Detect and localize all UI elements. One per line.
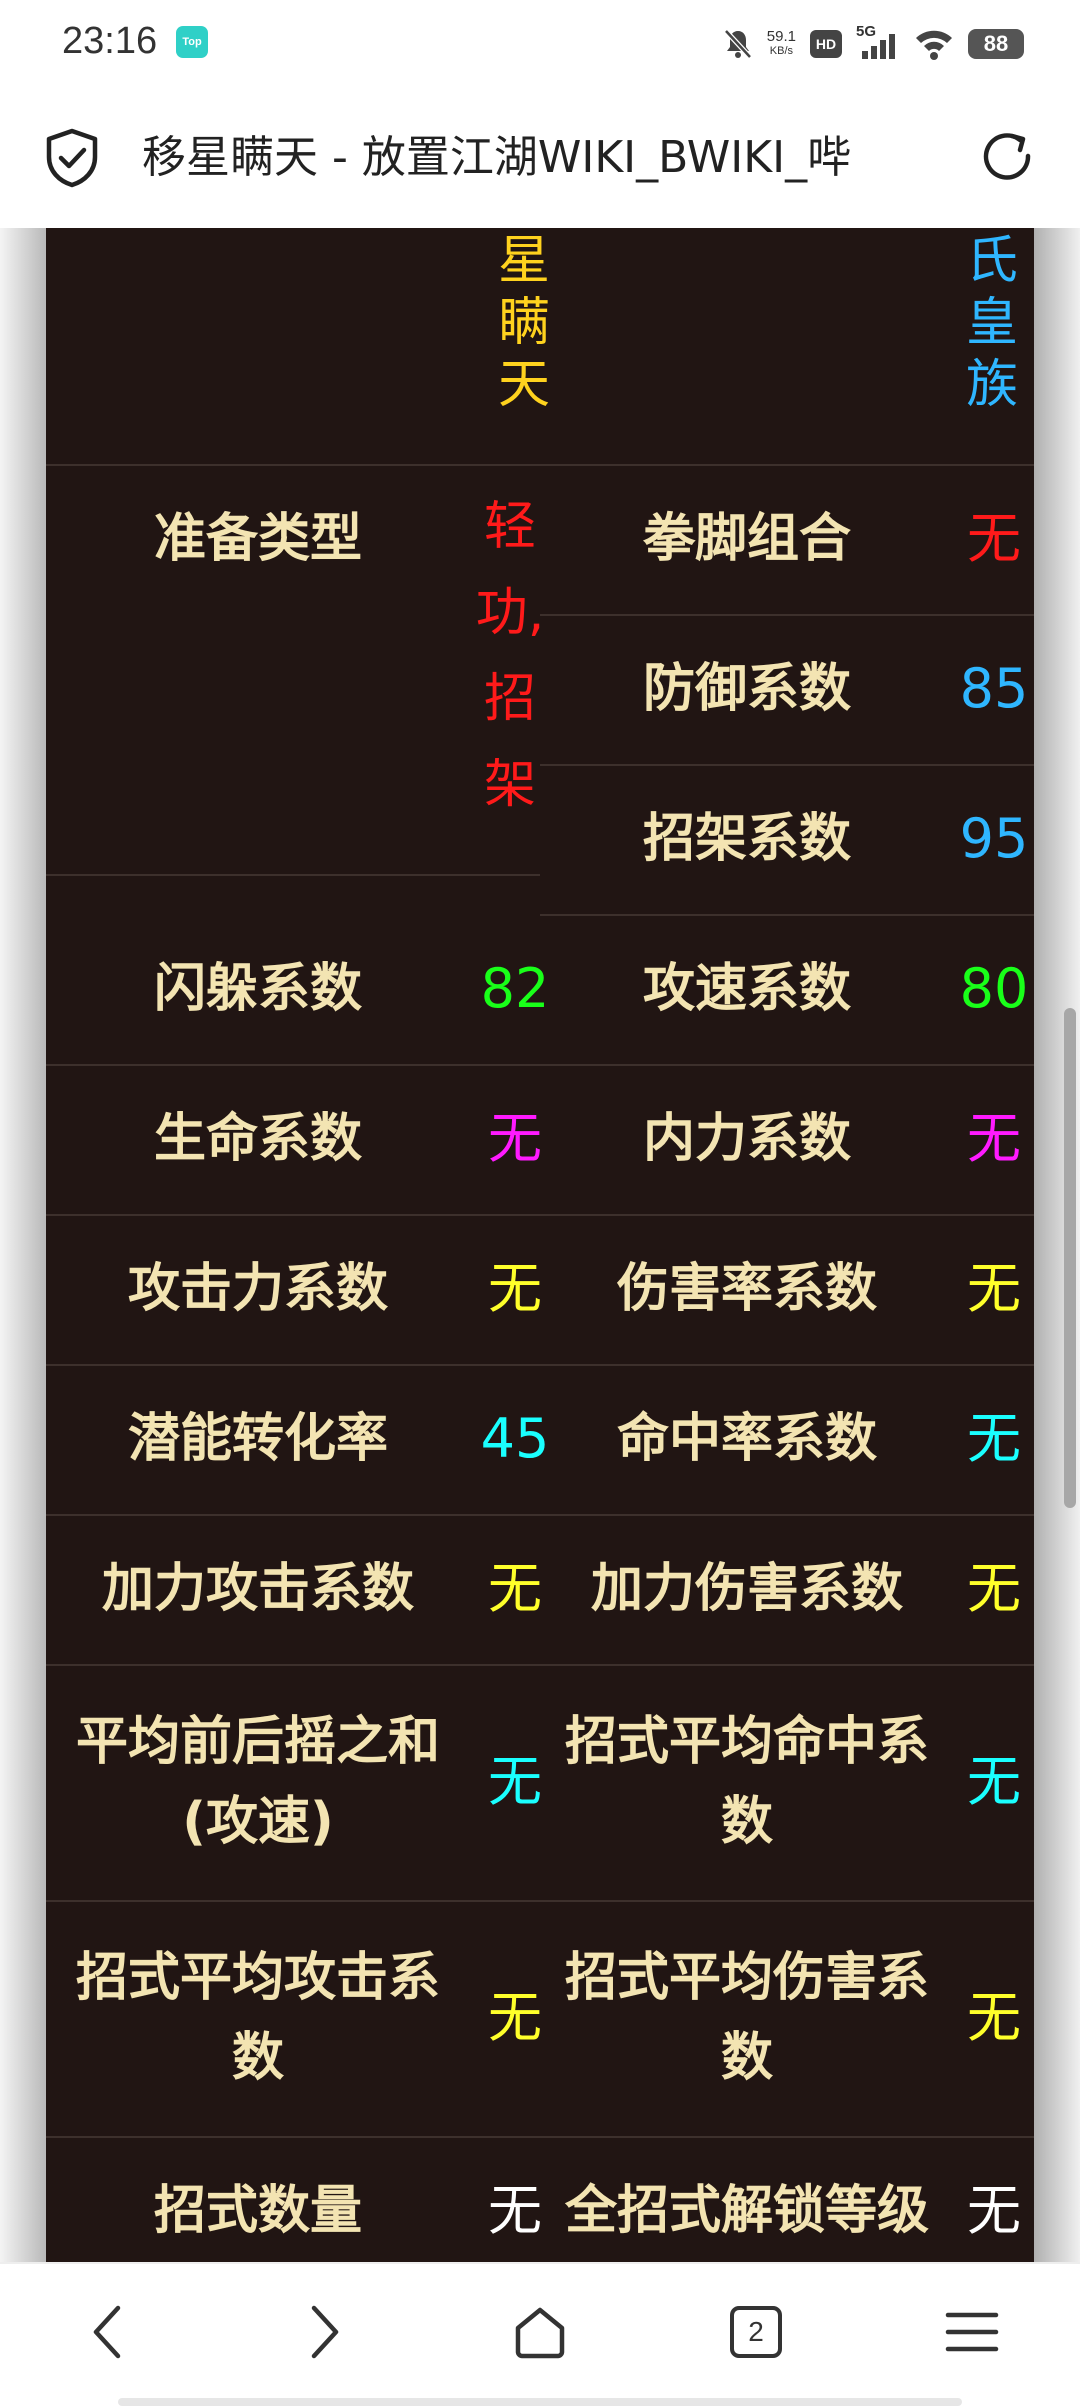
unlock-level-label: 全招式解锁等级 bbox=[564, 2181, 929, 2241]
net-speed: 59.1 KB/s bbox=[767, 29, 796, 59]
damage-rate-value: 无 bbox=[967, 1257, 1021, 1320]
tabs-button[interactable]: 2 bbox=[718, 2294, 794, 2370]
signal-bars-icon bbox=[862, 34, 895, 59]
page-title[interactable]: 移星瞒天 - 放置江湖WIKI_BWIKI_哔 bbox=[142, 126, 932, 190]
net-speed-unit: KB/s bbox=[769, 45, 794, 57]
prep-type-label: 准备类型 bbox=[153, 509, 362, 569]
page-scrollbar[interactable] bbox=[1064, 1008, 1076, 1508]
inner-force-label: 内力系数 bbox=[642, 1109, 851, 1169]
avg-hit-label-line1: 招式平均命中系 bbox=[564, 1712, 929, 1772]
prep-type-char: 轻 bbox=[483, 497, 536, 557]
avg-hit-label: 招式平均命中系 数 bbox=[540, 1664, 954, 1900]
shield-check-icon[interactable] bbox=[40, 126, 104, 190]
avg-damage-label-line1: 招式平均伤害系 bbox=[564, 1948, 929, 2008]
avg-hit-value: 无 bbox=[967, 1750, 1021, 1813]
parry-label: 招架系数 bbox=[642, 809, 851, 869]
status-bar: 23:16 Top 59.1 KB/s HD 5G 88 bbox=[0, 0, 1080, 86]
force-damage-value: 无 bbox=[967, 1557, 1021, 1620]
swing-sum-label-line1: 平均前后摇之和 bbox=[75, 1712, 440, 1772]
browser-header: 移星瞒天 - 放置江湖WIKI_BWIKI_哔 bbox=[0, 86, 1080, 228]
faction-cell: 氏 皇 族 bbox=[950, 228, 1034, 458]
prep-type-char: 招 bbox=[483, 669, 536, 729]
avg-attack-label-line1: 招式平均攻击系 bbox=[75, 1948, 440, 2008]
net-speed-value: 59.1 bbox=[766, 28, 796, 45]
atk-speed-value: 80 bbox=[959, 957, 1029, 1020]
avg-damage-label: 招式平均伤害系 数 bbox=[540, 1900, 954, 2136]
avg-attack-label: 招式平均攻击系 数 bbox=[46, 1900, 470, 2136]
reload-icon[interactable] bbox=[976, 126, 1040, 190]
tab-count: 2 bbox=[748, 2316, 764, 2347]
skill-name-char: 星 bbox=[497, 231, 550, 291]
dodge-label: 闪躲系数 bbox=[153, 959, 362, 1019]
unlock-level-value: 无 bbox=[967, 2179, 1021, 2242]
defense-value: 85 bbox=[959, 657, 1029, 720]
row-divider bbox=[46, 874, 540, 876]
atk-speed-label: 攻速系数 bbox=[642, 959, 851, 1019]
hd-badge: HD bbox=[810, 30, 842, 58]
potential-label: 潜能转化率 bbox=[127, 1409, 388, 1469]
skill-stats-table: 星 瞒 天 氏 皇 族 准备类型 轻 功, 招 架 拳脚组合 无 防御系数 85… bbox=[46, 228, 1034, 2262]
life-label: 生命系数 bbox=[153, 1109, 362, 1169]
tabs-icon: 2 bbox=[730, 2306, 782, 2358]
menu-button[interactable] bbox=[934, 2294, 1010, 2370]
hit-rate-value: 无 bbox=[967, 1407, 1021, 1470]
avg-damage-label-line2: 数 bbox=[720, 2028, 773, 2088]
battery-indicator: 88 bbox=[968, 29, 1024, 59]
hit-rate-label: 命中率系数 bbox=[616, 1409, 877, 1469]
avg-hit-label-line2: 数 bbox=[720, 1792, 773, 1852]
faction-char: 皇 bbox=[965, 293, 1018, 353]
faction-char: 氏 bbox=[965, 231, 1018, 291]
force-damage-label: 加力伤害系数 bbox=[590, 1559, 903, 1619]
inner-force-value: 无 bbox=[967, 1107, 1021, 1170]
fist-combo-value: 无 bbox=[967, 507, 1021, 570]
title-fade bbox=[850, 126, 940, 190]
forward-arrow-icon bbox=[311, 2305, 339, 2359]
parry-value: 95 bbox=[959, 807, 1029, 870]
app-notification-icon: Top bbox=[176, 26, 208, 58]
gesture-bar[interactable] bbox=[118, 2398, 962, 2406]
damage-rate-label: 伤害率系数 bbox=[616, 1259, 877, 1319]
defense-label: 防御系数 bbox=[642, 659, 851, 719]
swing-sum-label-line2: (攻速) bbox=[182, 1792, 334, 1852]
home-icon bbox=[515, 2307, 565, 2359]
skill-name-char: 天 bbox=[497, 355, 550, 415]
menu-icon bbox=[945, 2312, 999, 2352]
prep-type-char: 架 bbox=[483, 755, 536, 815]
browser-bottom-nav: 2 bbox=[0, 2262, 1080, 2408]
swing-sum-label: 平均前后摇之和 (攻速) bbox=[46, 1664, 470, 1900]
back-button[interactable] bbox=[70, 2294, 146, 2370]
move-count-label: 招式数量 bbox=[153, 2181, 362, 2241]
page-margin-left bbox=[0, 228, 46, 2262]
wifi-icon bbox=[916, 30, 952, 60]
skill-name-char: 瞒 bbox=[497, 293, 550, 353]
prep-type-char: 功, bbox=[475, 583, 545, 643]
forward-button[interactable] bbox=[286, 2294, 362, 2370]
force-attack-label: 加力攻击系数 bbox=[101, 1559, 414, 1619]
fist-combo-label: 拳脚组合 bbox=[642, 509, 851, 569]
mute-bell-icon bbox=[723, 29, 752, 59]
skill-name-cell: 星 瞒 天 bbox=[470, 228, 578, 458]
page-content[interactable]: 星 瞒 天 氏 皇 族 准备类型 轻 功, 招 架 拳脚组合 无 防御系数 85… bbox=[0, 228, 1080, 2262]
status-indicators: 59.1 KB/s HD 5G 88 bbox=[723, 22, 1024, 66]
home-button[interactable] bbox=[502, 2294, 578, 2370]
signal-indicator: 5G bbox=[856, 23, 900, 61]
avg-attack-label-line2: 数 bbox=[231, 2028, 284, 2088]
attack-power-label: 攻击力系数 bbox=[127, 1259, 388, 1319]
avg-damage-value: 无 bbox=[967, 1986, 1021, 2049]
back-arrow-icon bbox=[93, 2305, 121, 2359]
status-time: 23:16 bbox=[62, 20, 158, 62]
faction-char: 族 bbox=[965, 355, 1018, 415]
